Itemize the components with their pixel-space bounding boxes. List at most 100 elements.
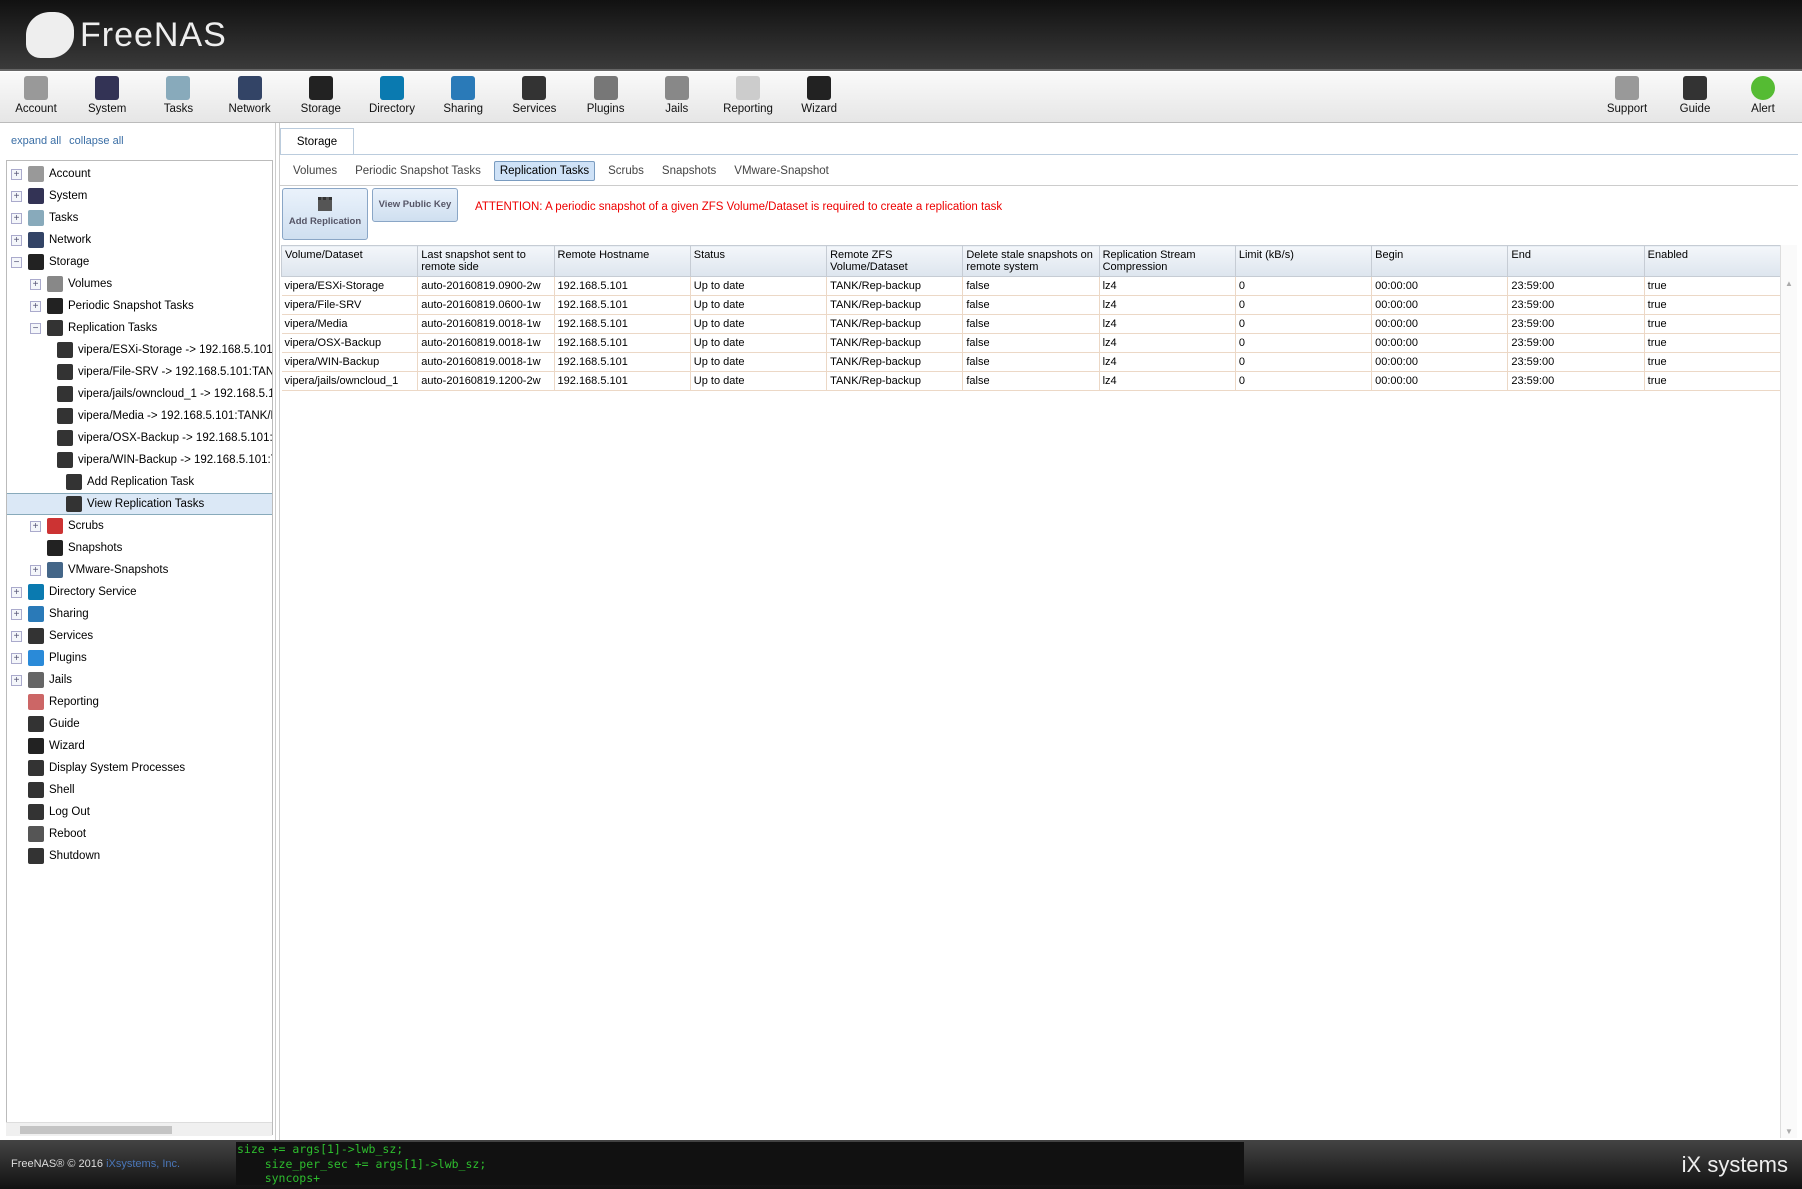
tree-item[interactable]: − Replication Tasks <box>7 317 272 339</box>
tree-item[interactable]: Display System Processes <box>7 757 272 779</box>
horizontal-scrollbar[interactable] <box>6 1122 272 1136</box>
tree-item[interactable]: + Tasks <box>7 207 272 229</box>
toolbar-reporting[interactable]: Reporting <box>713 76 783 115</box>
toolbar-system[interactable]: System <box>72 76 142 115</box>
toolbar-services[interactable]: Services <box>499 76 569 115</box>
tree-item[interactable]: Shutdown <box>7 845 272 867</box>
tree-item[interactable]: + Periodic Snapshot Tasks <box>7 295 272 317</box>
tree-item[interactable]: Snapshots <box>7 537 272 559</box>
column-header[interactable]: End <box>1507 245 1645 277</box>
toolbar-sharing[interactable]: Sharing <box>428 76 498 115</box>
toolbar-network[interactable]: Network <box>215 76 285 115</box>
subtab[interactable]: Scrubs <box>603 162 649 180</box>
tree-item[interactable]: Reboot <box>7 823 272 845</box>
toolbar-tasks[interactable]: Tasks <box>143 76 213 115</box>
table-cell: false <box>962 371 1100 391</box>
column-header[interactable]: Enabled <box>1643 245 1782 277</box>
expand-toggle[interactable]: + <box>11 190 22 202</box>
column-header[interactable]: Remote Hostname <box>553 245 691 277</box>
expand-toggle[interactable]: + <box>11 234 22 246</box>
expand-toggle[interactable]: + <box>11 212 22 224</box>
tree-item[interactable]: vipera/ESXi-Storage -> 192.168.5.101:TAN… <box>7 339 272 361</box>
company-link[interactable]: iXsystems, Inc. <box>106 1158 180 1170</box>
tree-item[interactable]: + Sharing <box>7 603 272 625</box>
table-row[interactable]: vipera/ESXi-Storage auto-20160819.0900-2w… <box>281 276 1782 296</box>
expand-toggle[interactable]: + <box>11 608 22 620</box>
tree-item[interactable]: + Volumes <box>7 273 272 295</box>
toolbar-plugins[interactable]: Plugins <box>571 76 641 115</box>
subtab[interactable]: VMware-Snapshot <box>729 162 834 180</box>
tree-item[interactable]: Wizard <box>7 735 272 757</box>
tree-item[interactable]: Add Replication Task <box>7 471 272 493</box>
column-header[interactable]: Status <box>689 245 828 277</box>
subtab[interactable]: Replication Tasks <box>493 161 596 181</box>
expand-toggle[interactable]: + <box>30 520 41 532</box>
expand-toggle[interactable]: + <box>11 586 22 598</box>
toolbar-directory[interactable]: Directory <box>357 76 427 115</box>
tree-item-label: Scrubs <box>68 520 104 532</box>
tree-item[interactable]: + Directory Service <box>7 581 272 603</box>
toolbar-guide[interactable]: Guide <box>1660 76 1730 115</box>
table-cell: auto-20160819.0018-1w <box>417 352 555 372</box>
subtab[interactable]: Periodic Snapshot Tasks <box>350 162 486 180</box>
tree-item[interactable]: vipera/File-SRV -> 192.168.5.101:TANK/Re… <box>7 361 272 383</box>
column-header[interactable]: Replication Stream Compression <box>1098 245 1236 277</box>
table-row[interactable]: vipera/File-SRV auto-20160819.0600-1w 192.… <box>281 295 1782 315</box>
tree-item[interactable]: + Network <box>7 229 272 251</box>
tree-item[interactable]: Shell <box>7 779 272 801</box>
tree-item[interactable]: + VMware-Snapshots <box>7 559 272 581</box>
toolbar-wizard[interactable]: Wizard <box>784 76 854 115</box>
column-header[interactable]: Last snapshot sent to remote side <box>417 245 555 277</box>
tree-item[interactable]: + System <box>7 185 272 207</box>
subtab[interactable]: Volumes <box>288 162 342 180</box>
expand-toggle[interactable]: + <box>30 564 41 576</box>
tree-item[interactable]: + Services <box>7 625 272 647</box>
freenas-logo[interactable]: FreeNAS <box>26 12 227 58</box>
vertical-scrollbar[interactable]: ▲ ▼ <box>1780 245 1797 1138</box>
expand-toggle[interactable]: + <box>11 652 22 664</box>
expand-toggle[interactable]: + <box>11 168 22 180</box>
expand-toggle[interactable]: + <box>30 300 41 312</box>
expand-toggle[interactable]: + <box>11 674 22 686</box>
toolbar-jails[interactable]: Jails <box>642 76 712 115</box>
tree-item[interactable]: vipera/WIN-Backup -> 192.168.5.101:TANK/… <box>7 449 272 471</box>
tree-item[interactable]: vipera/Media -> 192.168.5.101:TANK/Rep-b… <box>7 405 272 427</box>
table-row[interactable]: vipera/WIN-Backup auto-20160819.0018-1w 19… <box>281 352 1782 372</box>
column-header[interactable]: Limit (kB/s) <box>1234 245 1373 277</box>
expand-toggle[interactable]: − <box>30 322 41 334</box>
table-row[interactable]: vipera/Media auto-20160819.0018-1w 192.168… <box>281 314 1782 334</box>
tree-item[interactable]: + Scrubs <box>7 515 272 537</box>
tree-item[interactable]: Guide <box>7 713 272 735</box>
tree-item[interactable]: − Storage <box>7 251 272 273</box>
collapse-all-link[interactable]: collapse all <box>69 135 123 147</box>
toolbar-support[interactable]: Support <box>1592 76 1662 115</box>
tree-item[interactable]: View Replication Tasks <box>7 493 272 515</box>
tree-item[interactable]: + Account <box>7 163 272 185</box>
column-header[interactable]: Begin <box>1371 245 1509 277</box>
table-cell: 192.168.5.101 <box>554 314 691 334</box>
view-public-key-button[interactable]: View Public Key <box>372 188 458 222</box>
toolbar-alert[interactable]: Alert <box>1728 76 1798 115</box>
toolbar-storage[interactable]: Storage <box>286 76 356 115</box>
replication-tasks-table: Volume/Dataset Last snapshot sent to remo… <box>280 245 1782 391</box>
subtab[interactable]: Snapshots <box>657 162 721 180</box>
expand-toggle[interactable]: + <box>30 278 41 290</box>
column-header[interactable]: Delete stale snapshots on remote system <box>962 245 1100 277</box>
column-header[interactable]: Remote ZFS Volume/Dataset <box>826 245 964 277</box>
tab-storage[interactable]: Storage <box>280 128 354 154</box>
tree-item[interactable]: + Jails <box>7 669 272 691</box>
scrollbar-thumb[interactable] <box>20 1126 172 1134</box>
tree-item[interactable]: + Plugins <box>7 647 272 669</box>
column-header[interactable]: Volume/Dataset <box>280 245 419 277</box>
toolbar-account[interactable]: Account <box>1 76 71 115</box>
table-row[interactable]: vipera/OSX-Backup auto-20160819.0018-1w 19… <box>281 333 1782 353</box>
tree-item[interactable]: Log Out <box>7 801 272 823</box>
expand-toggle[interactable]: − <box>11 256 22 268</box>
expand-all-link[interactable]: expand all <box>11 135 61 147</box>
expand-toggle[interactable]: + <box>11 630 22 642</box>
tree-item[interactable]: Reporting <box>7 691 272 713</box>
tree-item[interactable]: vipera/OSX-Backup -> 192.168.5.101:TANK/… <box>7 427 272 449</box>
tree-item[interactable]: vipera/jails/owncloud_1 -> 192.168.5.101… <box>7 383 272 405</box>
table-row[interactable]: vipera/jails/owncloud_1 auto-20160819.120… <box>281 371 1782 391</box>
add-replication-button[interactable]: Add Replication <box>282 188 368 240</box>
